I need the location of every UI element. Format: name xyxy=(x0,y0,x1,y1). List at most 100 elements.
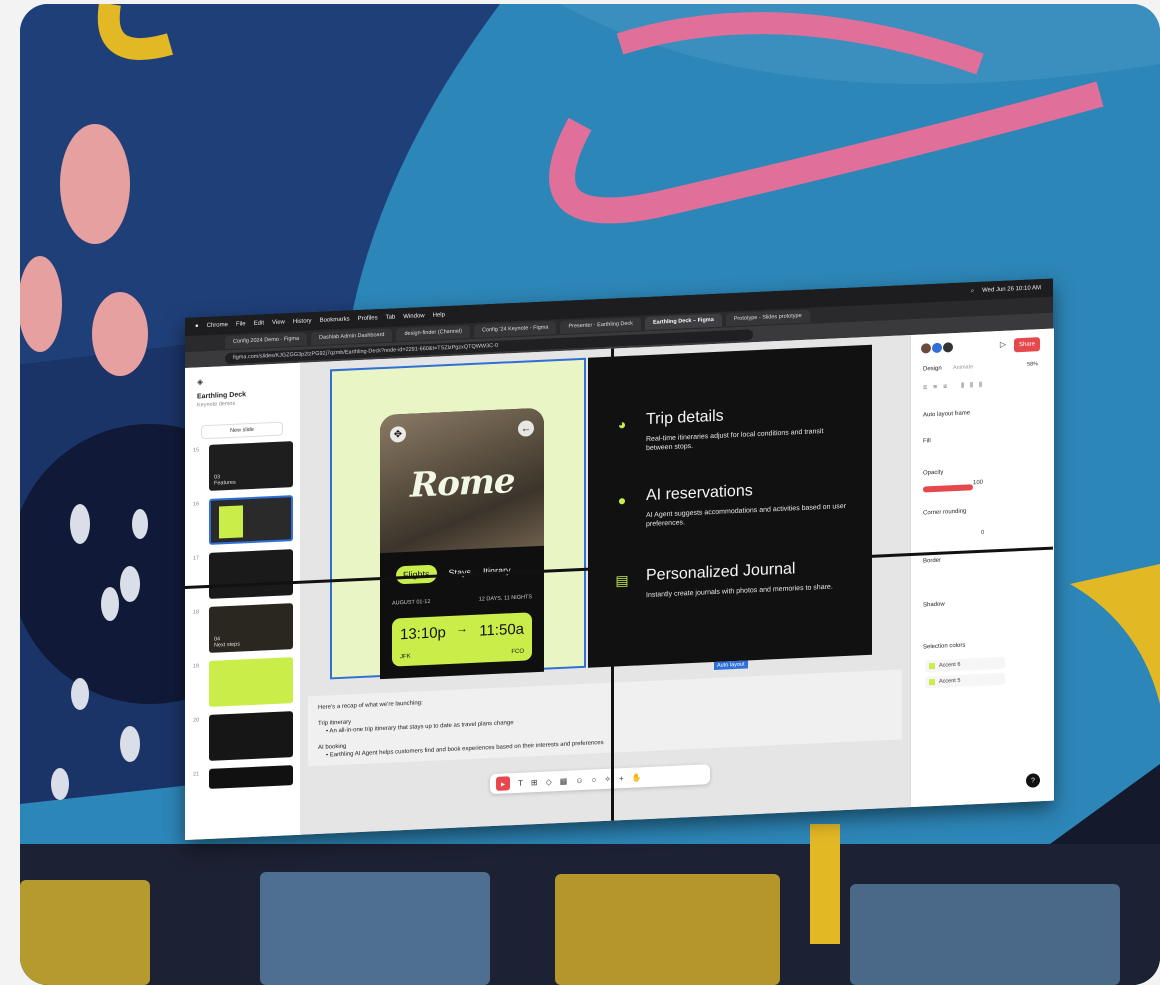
menu-profiles[interactable]: Profiles xyxy=(358,315,378,322)
avatar[interactable] xyxy=(921,343,931,354)
slide-thumb-15[interactable]: 03 Features xyxy=(209,441,293,491)
document-subtitle: Keynote demos xyxy=(197,400,236,409)
avatar[interactable] xyxy=(932,342,942,354)
swatch-color xyxy=(929,678,935,686)
opacity-label: Opacity xyxy=(923,469,944,477)
figma-app: ◈ Earthling Deck Keynote demos New slide… xyxy=(185,328,1054,840)
figma-logo-icon[interactable]: ◈ xyxy=(197,377,203,386)
tab-design[interactable]: Design xyxy=(923,366,942,373)
menu-file[interactable]: File xyxy=(236,321,246,327)
feature-title: AI reservations xyxy=(646,482,753,505)
slide-thumb-18[interactable]: 04 Next steps xyxy=(209,603,293,653)
color-swatch-accent-5[interactable]: Accent 5 xyxy=(925,672,1005,689)
slide-number: 18 xyxy=(193,609,200,616)
feature-title: Trip details xyxy=(646,407,724,429)
slide-thumb-20[interactable] xyxy=(209,711,293,761)
slide-thumb-text: 04 Next steps xyxy=(214,636,240,649)
menu-tab[interactable]: Tab xyxy=(386,314,396,320)
table-tool-icon[interactable]: ▦ xyxy=(560,776,568,785)
arrow-right-icon: → xyxy=(456,621,468,636)
search-icon[interactable]: ⌕ xyxy=(971,288,974,295)
chair-left xyxy=(20,880,150,985)
avatar[interactable] xyxy=(943,342,953,353)
slide-thumb-16[interactable] xyxy=(209,495,293,545)
frame-tool-icon[interactable]: ⊞ xyxy=(531,777,538,786)
corner-rounding-label: Corner rounding xyxy=(923,508,967,517)
trip-dates-row: AUGUST 01-12 12 DAYS, 11 NIGHTS xyxy=(392,594,532,606)
fill-label: Fill xyxy=(923,438,931,445)
tab-animate[interactable]: Animate xyxy=(953,364,973,371)
slide-thumb-text: 03 Features xyxy=(214,474,236,487)
tab-design-finder[interactable]: design-finder (Channel) xyxy=(396,324,470,341)
chair-blue-1 xyxy=(260,872,490,985)
globe-icon: ◕ xyxy=(617,415,627,433)
hand-tool-icon[interactable]: ✋ xyxy=(632,773,642,782)
shape-tool-icon[interactable]: ◇ xyxy=(546,777,552,786)
feature-desc: Instantly create journals with photos an… xyxy=(646,583,833,600)
arrive-time: 11:50a xyxy=(479,620,524,640)
slide-number: 19 xyxy=(193,663,200,670)
chair-blue-2 xyxy=(850,884,1120,985)
swatch-label: Accent 6 xyxy=(939,661,961,669)
slide-thumb-19[interactable] xyxy=(209,657,293,707)
zoom-level[interactable]: 58% xyxy=(1027,361,1038,368)
apple-icon[interactable]: ● xyxy=(195,323,199,329)
slide-right-half[interactable]: ◕ Trip details Real-time itineraries adj… xyxy=(588,344,872,668)
speaker-notes[interactable]: Here's a recap of what we're launching: … xyxy=(308,669,902,767)
phone-mockup[interactable]: ✥ ← Rome Flights Stays Itinrary AUGUST 0… xyxy=(380,407,544,680)
feature-desc: Real-time itineraries adjust for local c… xyxy=(646,428,824,453)
bezel-seam-vertical xyxy=(611,348,614,821)
slide-canvas[interactable]: ✥ ← Rome Flights Stays Itinrary AUGUST 0… xyxy=(300,335,910,835)
menu-bookmarks[interactable]: Bookmarks xyxy=(320,317,350,324)
slide-left-half[interactable]: ✥ ← Rome Flights Stays Itinrary AUGUST 0… xyxy=(330,357,586,680)
menu-edit[interactable]: Edit xyxy=(254,320,264,326)
new-slide-button[interactable]: New slide xyxy=(201,421,283,440)
trip-duration: 12 DAYS, 11 NIGHTS xyxy=(478,594,532,603)
journal-icon: ▤ xyxy=(615,571,629,588)
slide-number: 15 xyxy=(193,447,200,454)
shadow-label: Shadow xyxy=(923,601,945,609)
city-title: Rome xyxy=(410,461,515,506)
auto-layout-tag[interactable]: Auto layout xyxy=(714,660,748,670)
menu-chrome[interactable]: Chrome xyxy=(207,322,228,329)
slide-thumb-21[interactable] xyxy=(209,765,293,789)
border-label: Border xyxy=(923,557,942,565)
menu-history[interactable]: History xyxy=(293,318,312,325)
avatars[interactable] xyxy=(921,342,953,354)
flight-card[interactable]: 13:10p → 11:50a JFK FCO xyxy=(392,612,532,667)
menu-help[interactable]: Help xyxy=(433,312,445,319)
slide-number: 16 xyxy=(193,501,200,508)
person-icon: ● xyxy=(617,491,627,509)
help-icon[interactable]: ? xyxy=(1026,773,1040,788)
wall-display: ● Chrome File Edit View History Bookmark… xyxy=(185,278,1054,840)
opacity-slider[interactable] xyxy=(923,484,973,493)
menu-view[interactable]: View xyxy=(272,319,285,326)
move-tool-icon[interactable]: ▸ xyxy=(496,776,510,791)
clock: Wed Jun 26 10:10 AM xyxy=(982,285,1041,294)
swatch-color xyxy=(929,662,935,670)
slide-thumb-phone xyxy=(219,505,243,539)
sticker-tool-icon[interactable]: ☺ xyxy=(575,775,583,784)
corner-value[interactable]: 0 xyxy=(981,530,984,536)
opacity-value[interactable]: 100 xyxy=(973,480,983,486)
slide-number: 21 xyxy=(193,771,200,778)
play-icon[interactable]: ▷ xyxy=(1000,340,1006,349)
slide-number: 17 xyxy=(193,555,200,562)
menu-window[interactable]: Window xyxy=(403,313,424,320)
document-title[interactable]: Earthling Deck xyxy=(197,391,246,400)
slide-thumb-17[interactable] xyxy=(209,549,293,599)
trip-dates: AUGUST 01-12 xyxy=(392,598,431,607)
text-tool-icon[interactable]: T xyxy=(518,778,523,787)
comment-tool-icon[interactable]: ○ xyxy=(591,775,596,784)
auto-layout-frame-label: Auto layout frame xyxy=(923,410,971,419)
from-airport: JFK xyxy=(400,653,411,661)
plus-icon[interactable]: + xyxy=(619,774,624,783)
share-button[interactable]: Share xyxy=(1014,337,1040,353)
swatch-label: Accent 5 xyxy=(939,677,961,685)
feature-desc: AI Agent suggests accommodations and act… xyxy=(646,502,847,529)
depart-time: 13:10p xyxy=(400,624,446,644)
slides-panel: ◈ Earthling Deck Keynote demos New slide… xyxy=(185,362,301,840)
color-swatch-accent-6[interactable]: Accent 6 xyxy=(925,656,1005,673)
align-icons[interactable]: ≡≡≡ ⫴⫴⫴ xyxy=(923,382,988,393)
properties-panel: ▷ Share Design Animate 58% ≡≡≡ ⫴⫴⫴ Auto … xyxy=(910,328,1054,808)
